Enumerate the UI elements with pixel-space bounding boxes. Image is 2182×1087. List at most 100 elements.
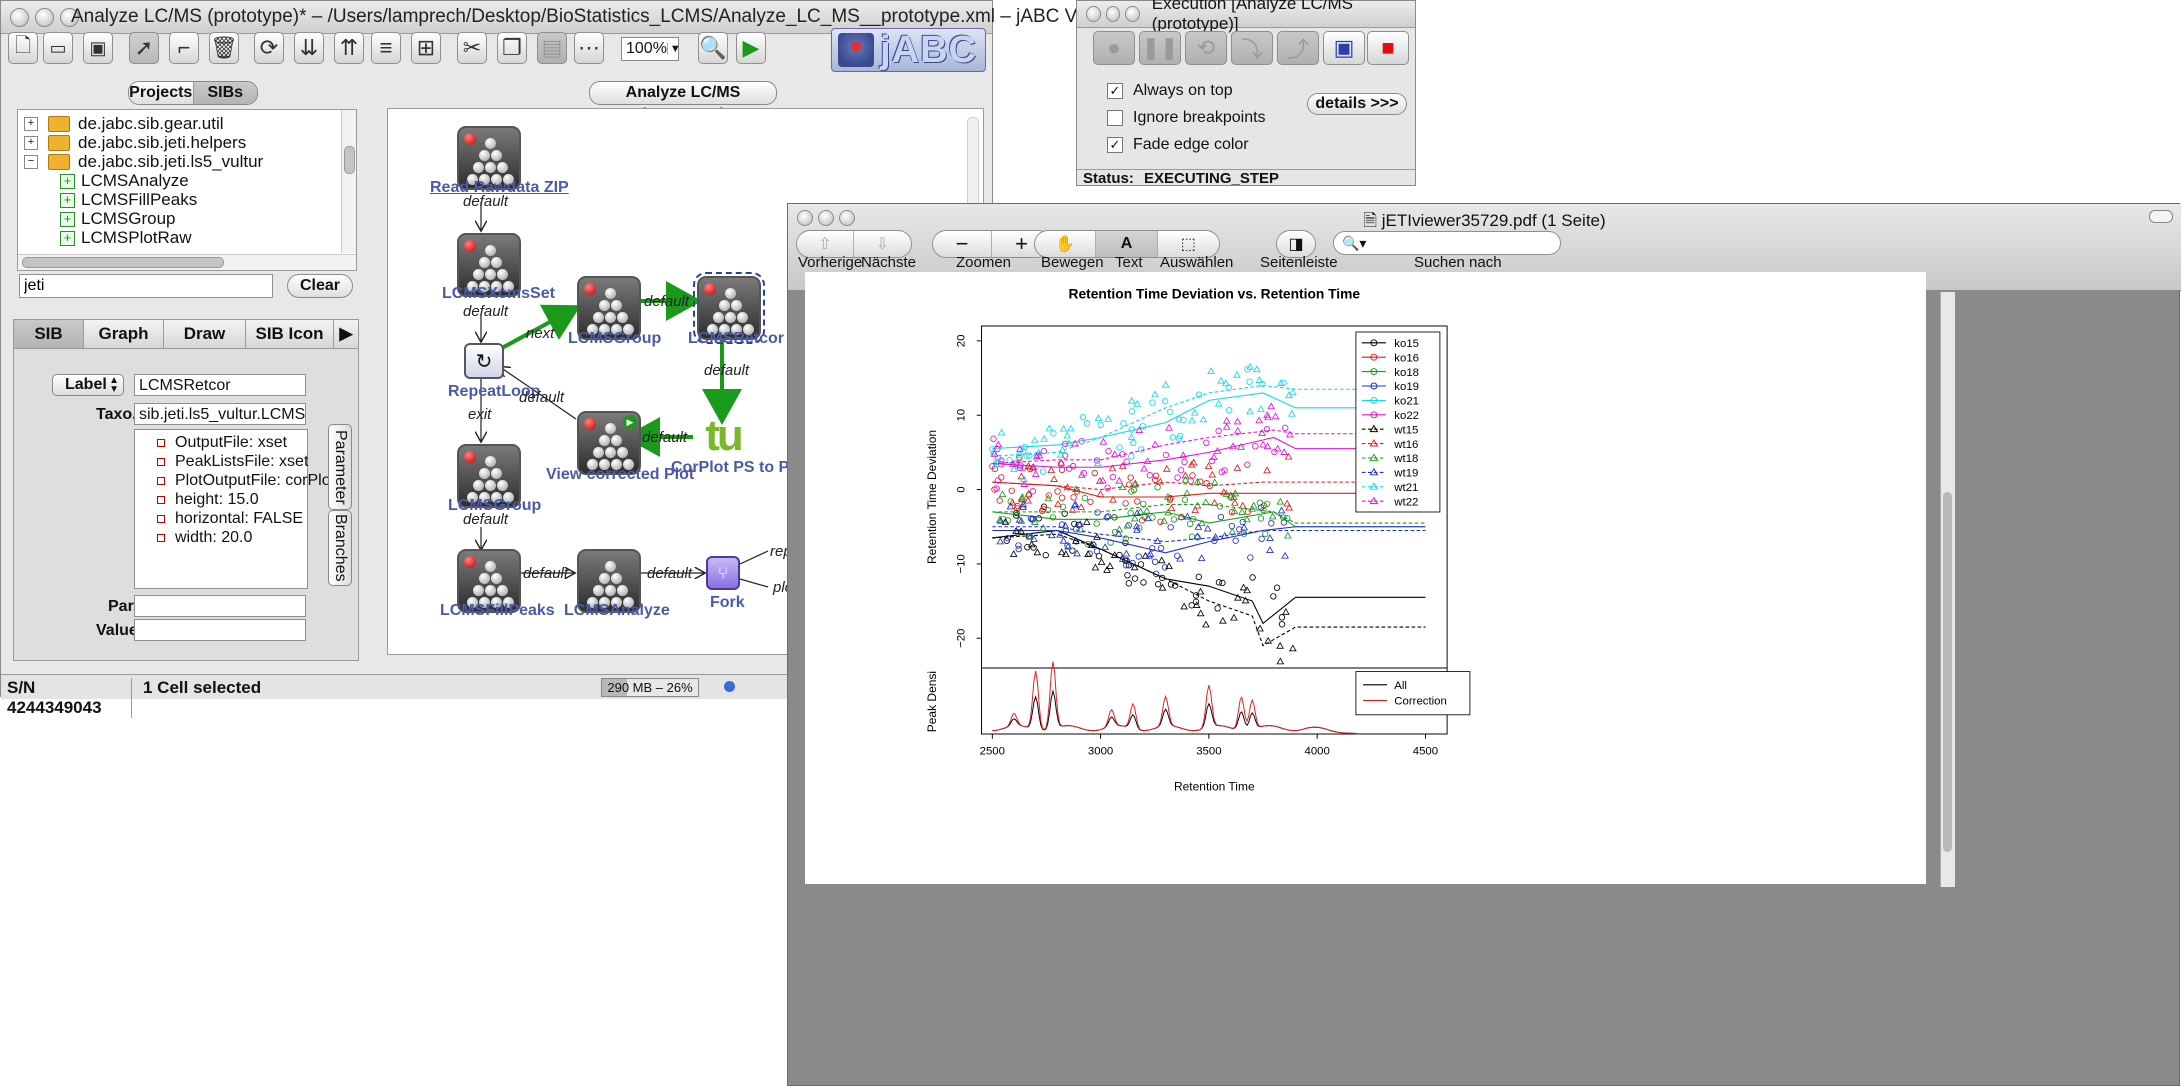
checkbox-checked-icon[interactable]: ✓: [1107, 82, 1123, 99]
step-icon[interactable]: ⟲: [1185, 31, 1227, 65]
collapse-icon[interactable]: −: [24, 155, 38, 169]
tree-vertical-scrollbar[interactable]: [341, 110, 356, 253]
tree-item-lcmsplotraw[interactable]: + LCMSPlotRaw: [60, 228, 192, 248]
label-select[interactable]: Label ▲ ▼: [52, 374, 124, 396]
side-tab-parameter[interactable]: Parameter: [328, 424, 352, 510]
param-item[interactable]: PeakListsFile: xset: [157, 453, 308, 471]
par-field[interactable]: [134, 595, 306, 617]
paste-icon[interactable]: ▤: [537, 32, 567, 64]
par-label: Par.: [108, 598, 138, 615]
details-button[interactable]: details >>>: [1307, 93, 1407, 115]
sib-tree: + de.jabc.sib.gear.util + de.jabc.sib.jeti…: [17, 109, 357, 271]
select-pointer-icon[interactable]: ➚: [129, 32, 159, 64]
data-point: [1276, 641, 1284, 649]
data-point: [1161, 398, 1169, 405]
expand-up-icon[interactable]: ⇈: [334, 32, 364, 64]
tree-item-gear-util[interactable]: + de.jabc.sib.gear.util: [24, 114, 224, 134]
minimize-icon[interactable]: [35, 7, 54, 27]
legend-label: wt19: [1393, 468, 1418, 480]
jabc-logo-text: jABC: [880, 28, 977, 71]
scroll-thumb[interactable]: [22, 257, 224, 268]
paste-special-icon[interactable]: ⋯: [574, 32, 604, 64]
close-icon[interactable]: [1086, 6, 1101, 22]
step-into-icon[interactable]: ⤵: [1231, 31, 1273, 65]
connect-edge-icon[interactable]: ⌐: [169, 32, 199, 64]
param-item[interactable]: horizontal: FALSE: [157, 510, 303, 528]
param-item[interactable]: PlotOutputFile: corPlot: [157, 472, 335, 490]
toolbar-toggle-icon[interactable]: [2149, 210, 2173, 223]
restart-icon[interactable]: ▣: [1323, 31, 1365, 65]
pdf-search-input[interactable]: 🔍▾: [1333, 231, 1561, 255]
scroll-thumb[interactable]: [344, 146, 355, 174]
tab-sib[interactable]: SIB: [14, 320, 84, 348]
tab-draw[interactable]: Draw: [164, 320, 246, 348]
zoom-icon[interactable]: [1125, 6, 1140, 22]
zoom-magnifier-icon[interactable]: 🔍: [698, 32, 728, 64]
tree-item-lcmsgroup[interactable]: + LCMSGroup: [60, 209, 175, 229]
save-icon[interactable]: ▣: [83, 32, 113, 64]
tree-horizontal-scrollbar[interactable]: [18, 254, 356, 270]
checkbox-unchecked-icon[interactable]: [1107, 109, 1123, 126]
param-item[interactable]: height: 15.0: [157, 491, 259, 509]
node-repeatloop[interactable]: ↻: [464, 343, 504, 379]
taxo-field[interactable]: sib.jeti.ls5_vultur.LCMSRetcor: [134, 403, 306, 425]
expand-icon[interactable]: +: [24, 136, 38, 150]
execution-titlebar[interactable]: Execution [Analyze LC/MS (prototype)]: [1077, 0, 1415, 33]
param-item[interactable]: OutputFile: xset: [157, 434, 287, 452]
ignore-breakpoints-option[interactable]: Ignore breakpoints: [1107, 109, 1266, 127]
data-point: [1170, 516, 1178, 523]
align-text-icon[interactable]: ≡: [371, 32, 401, 64]
side-tab-label: Branches: [332, 514, 349, 582]
label-field[interactable]: LCMSRetcor: [134, 374, 306, 396]
always-on-top-option[interactable]: ✓ Always on top: [1107, 82, 1233, 100]
expand-icon[interactable]: +: [24, 117, 38, 131]
cut-icon[interactable]: ✂: [457, 32, 487, 64]
zoom-select[interactable]: 100% ▼: [621, 37, 681, 61]
node-fork[interactable]: ⑂: [706, 556, 740, 590]
data-point: [1219, 616, 1227, 624]
checkbox-checked-icon[interactable]: ✓: [1107, 136, 1123, 153]
node-label: LCMSRetcor: [688, 330, 785, 347]
fade-edge-option[interactable]: ✓ Fade edge color: [1107, 136, 1249, 154]
edge-line[interactable]: [739, 550, 769, 565]
refresh-icon[interactable]: ⟳: [254, 32, 284, 64]
close-icon[interactable]: [10, 7, 29, 27]
tree-item-ls5-vultur[interactable]: − de.jabc.sib.jeti.ls5_vultur: [24, 152, 263, 172]
copy-icon[interactable]: ❐: [497, 32, 527, 64]
data-point: [1110, 450, 1119, 458]
value-field[interactable]: [134, 619, 306, 641]
tab-sib-icon[interactable]: SIB Icon: [246, 320, 334, 348]
scroll-thumb[interactable]: [1943, 492, 1952, 852]
delete-trash-icon[interactable]: 🗑: [209, 32, 239, 64]
tab-sibs[interactable]: SIBs: [193, 82, 257, 104]
legend-label: ko21: [1394, 396, 1419, 408]
tree-item-jeti-helpers[interactable]: + de.jabc.sib.jeti.helpers: [24, 133, 246, 153]
minimize-icon[interactable]: [1105, 6, 1121, 22]
edge-line[interactable]: [739, 578, 769, 588]
start-icon[interactable]: ●: [1093, 31, 1135, 65]
sib-search-input[interactable]: [19, 274, 273, 298]
clear-button[interactable]: Clear: [287, 274, 353, 298]
new-file-icon[interactable]: 🗋: [8, 32, 38, 64]
tab-graph[interactable]: Graph: [84, 320, 164, 348]
param-item[interactable]: width: 20.0: [157, 529, 252, 547]
stop-icon[interactable]: ■: [1367, 31, 1409, 65]
tab-more-arrow-icon[interactable]: ▶: [334, 320, 358, 348]
node-corplot-ps-to-pdf[interactable]: tu: [693, 411, 753, 460]
inspector-tabs: SIB Graph Draw SIB Icon ▶: [14, 320, 358, 349]
side-tab-branches[interactable]: Branches: [328, 510, 352, 586]
run-play-icon[interactable]: ▶: [736, 32, 766, 64]
step-out-icon[interactable]: ⤴: [1277, 31, 1319, 65]
pause-icon[interactable]: ❚❚: [1139, 31, 1181, 65]
graph-tab[interactable]: Analyze LC/MS (prototype): [589, 81, 777, 123]
pdf-vertical-scrollbar[interactable]: [1940, 292, 1955, 887]
legend-label: ko16: [1394, 352, 1419, 364]
tree-item-lcmsanalyze[interactable]: + LCMSAnalyze: [60, 171, 189, 191]
open-folder-icon[interactable]: ▭: [43, 32, 73, 64]
collapse-down-icon[interactable]: ⇊: [294, 32, 324, 64]
tree-item-lcmsfillpeaks[interactable]: + LCMSFillPeaks: [60, 190, 197, 210]
hierarchy-icon[interactable]: ⊞: [411, 32, 441, 64]
sib-icon: +: [60, 230, 75, 246]
tab-projects[interactable]: Projects: [129, 82, 194, 104]
x-tick-label: 2500: [980, 745, 1005, 757]
